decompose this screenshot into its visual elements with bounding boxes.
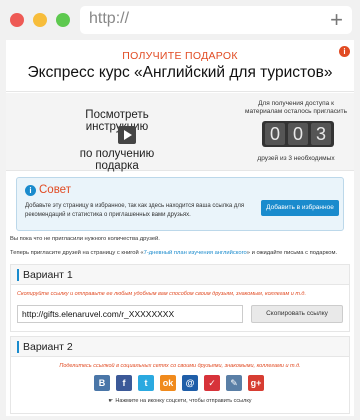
googleplus-icon[interactable]: g+ xyxy=(248,375,264,391)
status-note: Вы пока что не пригласили нужного количе… xyxy=(10,236,160,242)
variant-1-panel: Вариант 1 Скопируйте ссылку и отправьте … xyxy=(10,264,350,332)
advice-heading: i Совет xyxy=(25,184,71,196)
info-icon[interactable]: i xyxy=(339,46,350,57)
referral-link-input[interactable] xyxy=(17,305,243,323)
twitter-icon[interactable]: t xyxy=(138,375,154,391)
page-header: ПОЛУЧИТЕ ПОДАРОК Экспресс курс «Английск… xyxy=(6,40,354,92)
instruction-panel: Посмотреть инструкцию по получению подар… xyxy=(6,93,354,172)
close-window-button[interactable] xyxy=(10,13,24,27)
copy-link-button[interactable]: Скопировать ссылку xyxy=(251,305,343,323)
variant-2-title: Вариант 2 xyxy=(17,341,73,353)
counter-digit: 0 xyxy=(265,123,285,145)
book-link[interactable]: 7-дневный план изучения английского xyxy=(144,250,247,256)
add-to-favorites-button[interactable]: Добавить в избранное xyxy=(261,200,339,216)
odnoklassniki-icon[interactable]: ok xyxy=(160,375,176,391)
pointer-hand-icon: ☛ xyxy=(108,398,114,404)
address-bar[interactable]: http:// + xyxy=(80,6,352,34)
page-title: Экспресс курс «Английский для туристов» xyxy=(27,64,333,81)
variant-1-header: Вариант 1 xyxy=(11,265,349,285)
play-icon[interactable] xyxy=(118,126,136,144)
variant-1-hint: Скопируйте ссылку и отправьте ее любым у… xyxy=(17,291,306,297)
browser-window: http:// + ПОЛУЧИТЕ ПОДАРОК Экспресс курс… xyxy=(0,0,360,420)
counter-caption: Для получения доступа к материалам остал… xyxy=(245,100,347,115)
advice-title: Совет xyxy=(39,184,71,196)
counter-digit: 0 xyxy=(288,123,308,145)
counter-subcaption: друзей из 3 необходимых xyxy=(257,155,335,162)
advice-text: Добавьте эту страницу в избранное, так к… xyxy=(25,203,245,218)
vkontakte-icon[interactable]: B xyxy=(94,375,110,391)
variant-2-header: Вариант 2 xyxy=(11,337,349,357)
maximize-window-button[interactable] xyxy=(56,13,70,27)
address-text[interactable]: http:// xyxy=(89,10,129,28)
browser-toolbar: http:// + xyxy=(0,0,360,40)
instruction-text-start: Теперь пригласите друзей на страницу с к… xyxy=(10,250,144,256)
minimize-window-button[interactable] xyxy=(33,13,47,27)
variant-1-title: Вариант 1 xyxy=(17,269,73,281)
social-share-icons: Bf t ok @ ✓ ✎ g+ xyxy=(94,375,270,391)
livejournal-icon[interactable]: ✎ xyxy=(226,375,242,391)
new-tab-plus-icon[interactable]: + xyxy=(330,6,343,34)
header-subtitle: ПОЛУЧИТЕ ПОДАРОК xyxy=(122,50,238,62)
variant-2-hint: Поделитесь ссылкой в социальных сетях со… xyxy=(59,363,301,369)
variant-2-panel: Вариант 2 Поделитесь ссылкой в социальны… xyxy=(10,336,350,414)
runner-icon[interactable]: ✓ xyxy=(204,375,220,391)
invite-instruction: Теперь пригласите друзей на страницу с к… xyxy=(10,250,337,256)
page-content: ПОЛУЧИТЕ ПОДАРОК Экспресс курс «Английск… xyxy=(6,40,354,416)
moimir-icon[interactable]: @ xyxy=(182,375,198,391)
instruction-text-end: » и ожидайте письма с подарком. xyxy=(246,250,338,256)
share-note: ☛ Нажмите на иконку соцсети, чтобы отправ… xyxy=(11,398,349,404)
advice-box: i Совет Добавьте эту страницу в избранное… xyxy=(16,177,344,231)
share-note-text: Нажмите на иконку соцсети, чтобы отправи… xyxy=(115,398,252,404)
facebook-icon[interactable]: f xyxy=(116,375,132,391)
invite-counter: 0 0 3 xyxy=(262,121,334,147)
info-circle-icon: i xyxy=(25,185,36,196)
counter-digit: 3 xyxy=(311,123,331,145)
instruction-line-2: по получению подарка xyxy=(79,148,155,172)
instruction-line-1: Посмотреть инструкцию xyxy=(85,109,149,133)
